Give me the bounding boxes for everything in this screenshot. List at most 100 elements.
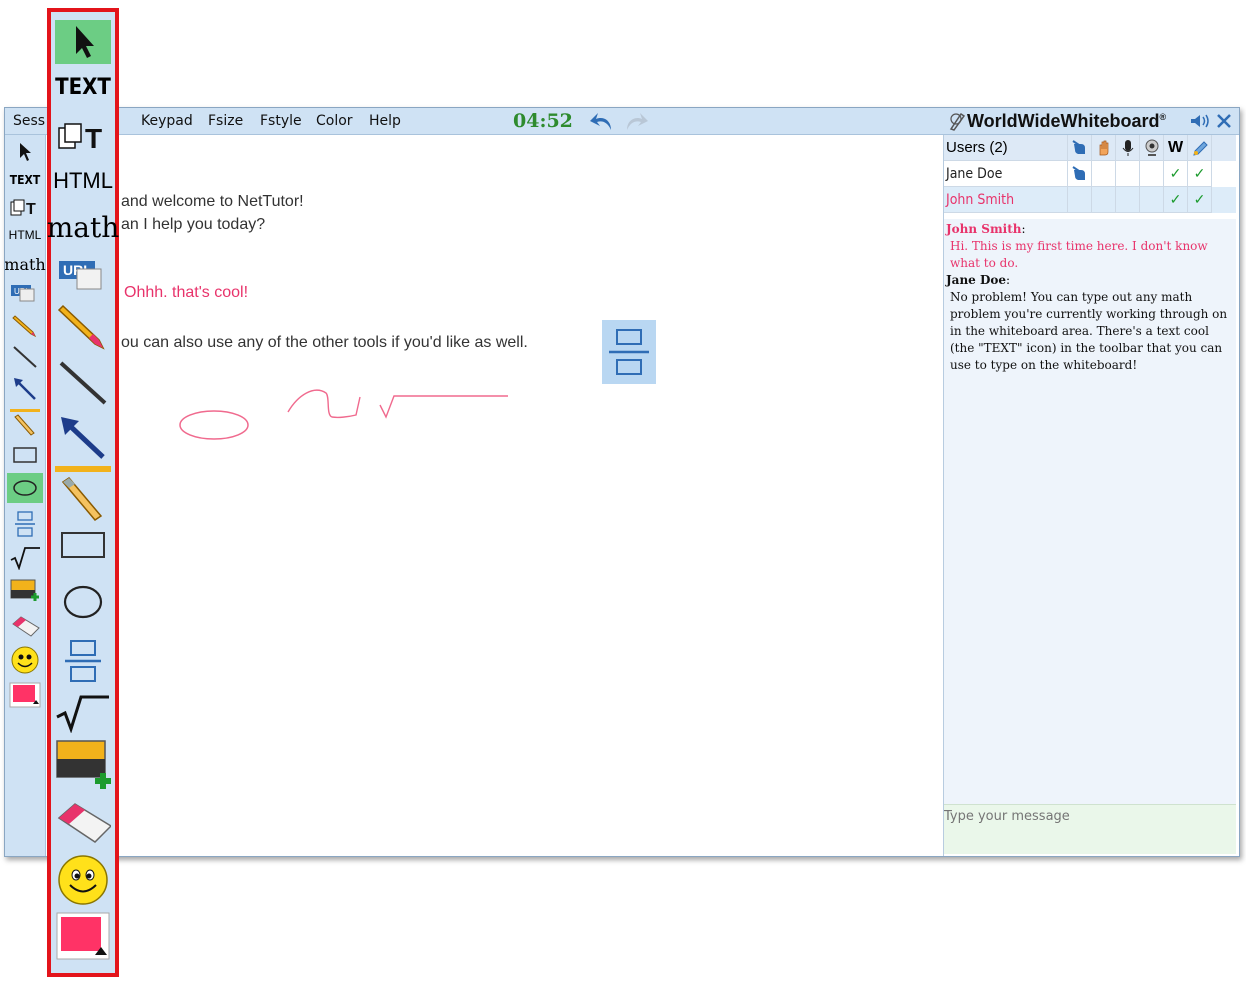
- color-picker-tool[interactable]: [7, 681, 43, 709]
- text-tool[interactable]: TEXT: [55, 70, 111, 104]
- drawn-square-root: [379, 395, 508, 419]
- whiteboard-check[interactable]: ✓: [1164, 161, 1188, 187]
- line-tool[interactable]: [7, 344, 43, 370]
- canvas-text-cool: Ohhh. that's cool!: [124, 284, 249, 301]
- arrow-icon: [14, 378, 36, 400]
- pencil-tool[interactable]: [55, 298, 111, 354]
- menu-help[interactable]: Help: [369, 113, 401, 129]
- empty-cell: [1068, 187, 1092, 213]
- highlighter-icon: [55, 466, 111, 521]
- insert-image-tool[interactable]: [55, 736, 111, 796]
- highlighter-tool[interactable]: [55, 464, 111, 524]
- text-tool[interactable]: TEXT: [7, 169, 43, 191]
- url-tool[interactable]: URL: [7, 282, 43, 304]
- smiley-icon: [58, 855, 108, 905]
- pencil-tool[interactable]: [7, 312, 43, 338]
- insert-image-tool[interactable]: [7, 577, 43, 609]
- canvas-text-welcome: and welcome to NetTutor!: [121, 193, 304, 210]
- speaker-icon[interactable]: [1189, 112, 1211, 130]
- canvas-text-tools: ou can also use any of the other tools i…: [121, 334, 528, 351]
- pointer-tool[interactable]: [7, 140, 43, 164]
- menu-session[interactable]: Sess: [13, 113, 45, 129]
- users-count-header: Users (2): [944, 135, 1068, 161]
- empty-cell: [1116, 161, 1140, 187]
- fraction-callout: [602, 320, 656, 384]
- ellipse-tool[interactable]: [7, 473, 43, 503]
- redo-icon[interactable]: [623, 110, 649, 132]
- url-icon: URL: [11, 285, 35, 302]
- pencil-icon: [57, 304, 105, 350]
- html-tool[interactable]: HTML: [7, 225, 43, 245]
- menu-bar: Sess Keypad Fsize Fstyle Color Help 04:5…: [5, 108, 1239, 135]
- empty-cell: [1092, 187, 1116, 213]
- pointer-tool[interactable]: [55, 20, 111, 64]
- empty-cell: [1116, 187, 1140, 213]
- edit-check[interactable]: ✓: [1188, 161, 1212, 187]
- fraction-icon: [65, 640, 101, 682]
- smiley-tool[interactable]: [7, 644, 43, 676]
- pointer-icon: [76, 26, 94, 58]
- pointer-icon: [20, 143, 31, 161]
- line-tool[interactable]: [55, 356, 111, 410]
- line-icon: [59, 361, 107, 405]
- math-tool[interactable]: math: [47, 208, 120, 246]
- whiteboard-logo-icon: [949, 112, 966, 131]
- arrow-icon: [61, 417, 105, 459]
- users-header-row: Users (2) W: [944, 135, 1236, 161]
- paste-text-tool[interactable]: T: [7, 197, 43, 219]
- square-root-icon: [10, 547, 40, 570]
- smiley-tool[interactable]: [55, 852, 111, 908]
- empty-cell: [1140, 161, 1164, 187]
- raise-hand-icon: [1092, 135, 1116, 161]
- math-tool[interactable]: math: [5, 253, 46, 275]
- whiteboard-check[interactable]: ✓: [1164, 187, 1188, 213]
- eraser-tool[interactable]: [55, 798, 111, 850]
- line-icon: [13, 346, 37, 368]
- whiteboard-canvas[interactable]: and welcome to NetTutor! an I help you t…: [46, 135, 943, 856]
- eraser-icon: [12, 616, 40, 637]
- edit-check[interactable]: ✓: [1188, 187, 1212, 213]
- menu-keypad[interactable]: Keypad: [141, 113, 193, 129]
- chat-text: Hi. This is my first time here. I don't …: [950, 239, 1208, 270]
- chat-sender: Jane Doe: [946, 273, 1007, 287]
- square-root-tool[interactable]: [55, 690, 111, 734]
- fraction-tool[interactable]: [55, 636, 111, 686]
- menu-fstyle[interactable]: Fstyle: [260, 113, 302, 129]
- left-toolbar: TEXT T HTML math URL: [5, 135, 46, 856]
- right-panel: Users (2) W Jane Doe ✓ ✓ John Smith ✓ ✓ …: [943, 135, 1238, 856]
- rectangle-tool[interactable]: [7, 443, 43, 467]
- pencil-icon: [12, 315, 37, 338]
- ellipse-tool[interactable]: [55, 582, 111, 622]
- fraction-icon: [609, 329, 649, 375]
- highlighter-icon: [10, 409, 40, 436]
- arrow-tool[interactable]: [7, 375, 43, 401]
- paste-text-icon: T: [10, 199, 36, 218]
- close-icon[interactable]: [1216, 113, 1232, 129]
- message-input[interactable]: [944, 805, 1230, 824]
- eraser-tool[interactable]: [7, 613, 43, 641]
- arrow-tool[interactable]: [55, 410, 111, 464]
- whiteboard-permission-header: W: [1164, 135, 1188, 161]
- square-root-icon: [56, 695, 109, 733]
- user-row[interactable]: Jane Doe ✓ ✓: [944, 161, 1236, 187]
- rectangle-tool[interactable]: [55, 526, 111, 564]
- menu-fsize[interactable]: Fsize: [208, 113, 243, 129]
- empty-cell: [1140, 187, 1164, 213]
- user-row[interactable]: John Smith ✓ ✓: [944, 187, 1236, 213]
- pointer-hand-icon: [1068, 135, 1092, 161]
- square-root-tool[interactable]: [7, 543, 43, 571]
- pointer-hand-icon: [1068, 161, 1092, 187]
- insert-image-icon: [10, 579, 39, 601]
- url-tool[interactable]: URL: [55, 255, 111, 295]
- fraction-tool[interactable]: [7, 510, 43, 538]
- paste-text-tool[interactable]: T: [55, 116, 111, 156]
- color-picker-tool[interactable]: [55, 910, 111, 962]
- html-tool[interactable]: HTML: [53, 164, 113, 198]
- rectangle-icon: [13, 447, 37, 463]
- brand-title: WorldWideWhiteboard®: [967, 111, 1167, 131]
- drawn-ellipse: [179, 410, 249, 440]
- menu-color[interactable]: Color: [316, 113, 353, 129]
- undo-icon[interactable]: [589, 110, 615, 132]
- enlarged-toolbar-callout: TEXT T HTML math URL: [47, 8, 119, 977]
- highlighter-tool[interactable]: [7, 407, 43, 437]
